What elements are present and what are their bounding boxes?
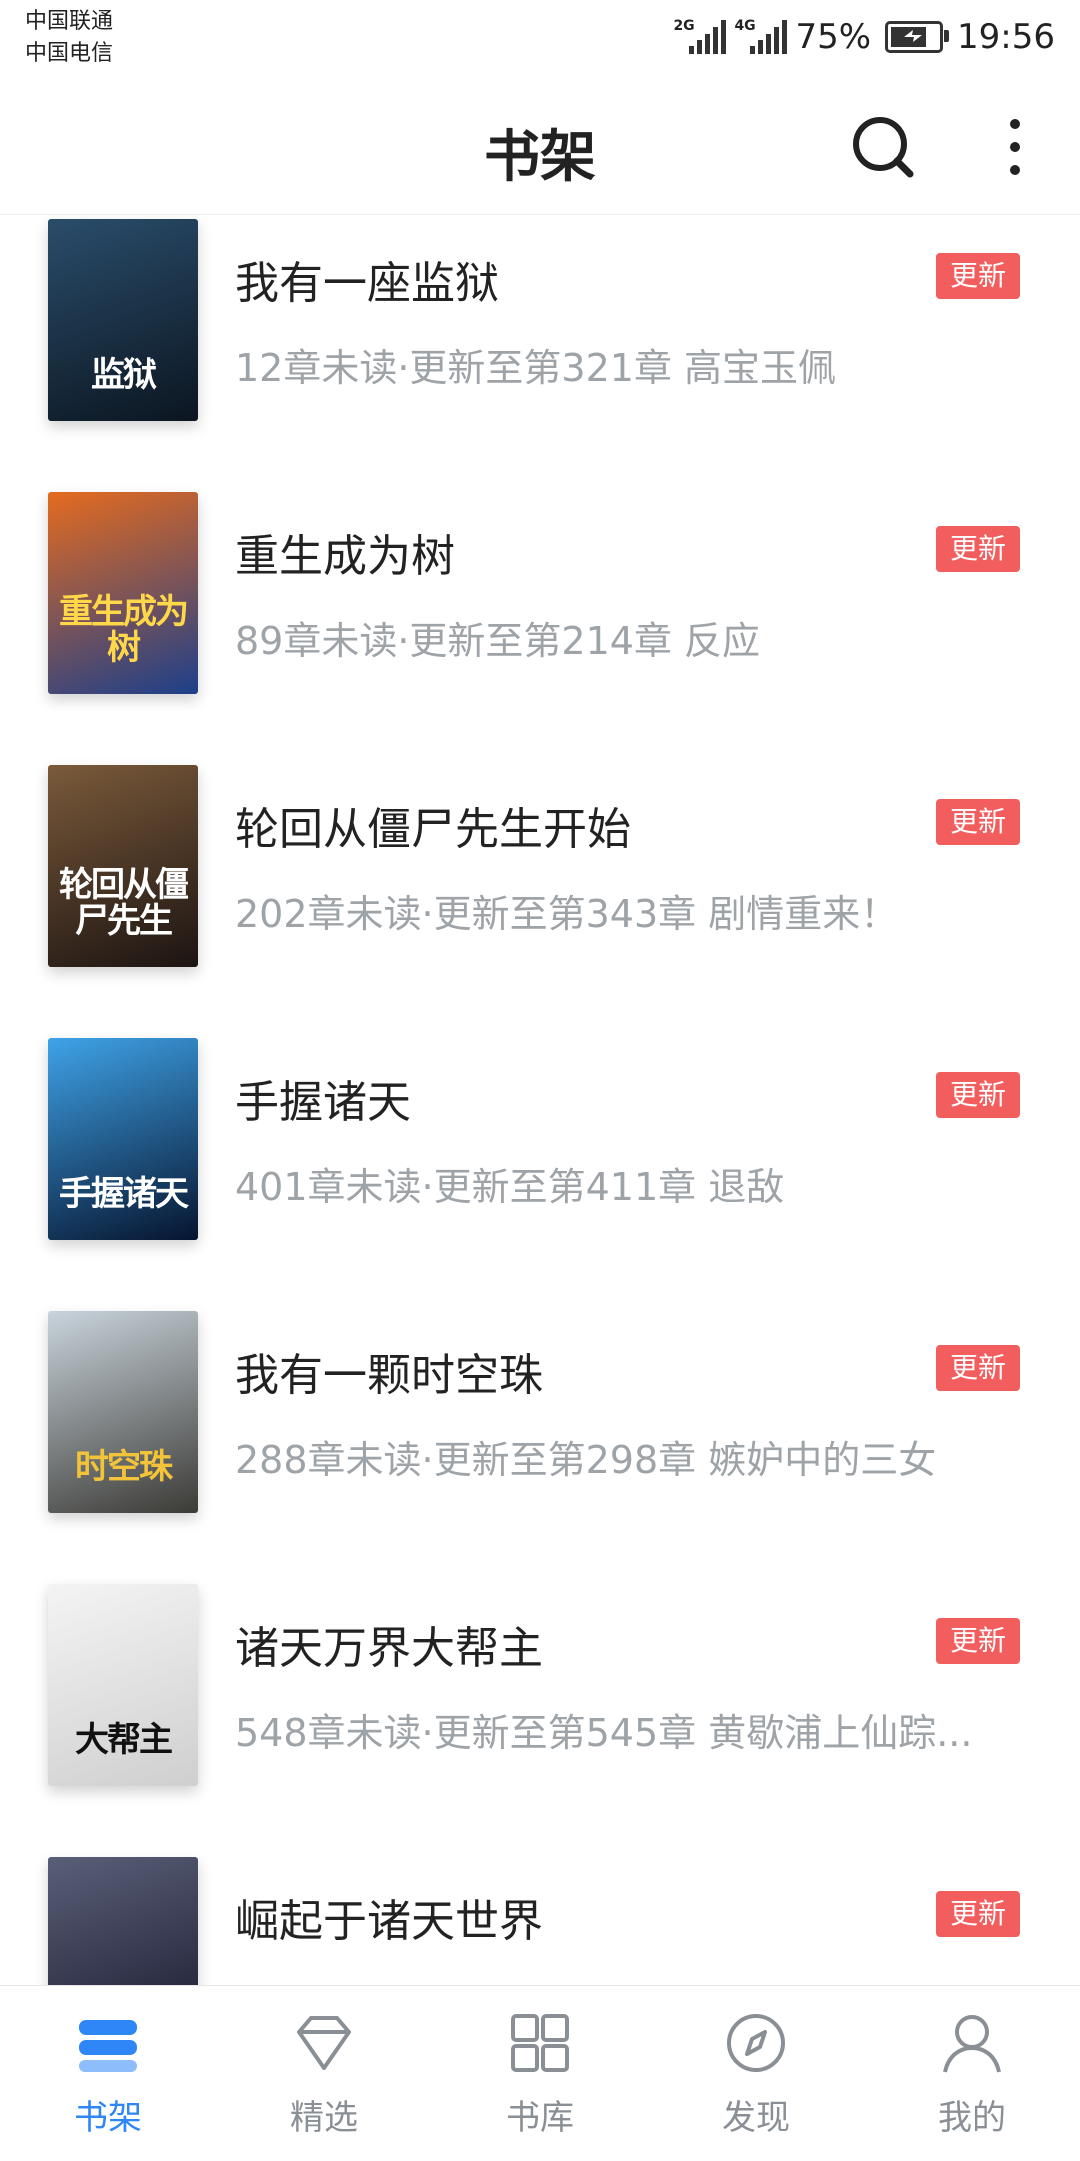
battery-percent: 75% [795,17,872,57]
update-badge: 更新 [936,1072,1020,1118]
book-title: 诸天万界大帮主 [235,1623,543,1674]
bookshelf-icon [79,2020,137,2072]
book-cover: 轮回从僵尸先生 [48,765,198,967]
cover-title: 监狱 [91,355,157,395]
cover-title: 时空珠 [75,1447,173,1487]
book-item[interactable]: 手握诸天 手握诸天 401章未读·更新至第411章 退敌 更新 [0,1034,1080,1307]
book-title: 手握诸天 [235,1077,411,1128]
bookshelf-list[interactable]: 监狱 我有一座监狱 12章未读·更新至第321章 高宝玉佩 更新 重生成为树 重… [0,215,1080,1985]
clock: 19:56 [957,17,1055,57]
cover-title: 轮回从僵尸先生 [59,865,189,941]
tab-featured[interactable]: 精选 [216,1986,432,2161]
tab-label: 发现 [722,2098,790,2138]
signal-icon-2g: 2G [673,18,727,54]
carrier-names: 中国联通 中国电信 [25,6,113,70]
book-cover: 时空珠 [48,1311,198,1513]
battery-icon [885,21,950,53]
grid-icon [511,2014,569,2072]
network-type-2: 4G [734,18,756,34]
carrier-1: 中国联通 [25,9,114,34]
book-item[interactable]: 诸天世界 崛起于诸天世界 更新 [0,1853,1080,1985]
update-badge: 更新 [936,1345,1020,1391]
update-badge: 更新 [936,526,1020,572]
tab-label: 我的 [938,2098,1006,2138]
book-item[interactable]: 时空珠 我有一颗时空珠 288章未读·更新至第298章 嫉妒中的三女 更新 [0,1307,1080,1580]
book-title: 崛起于诸天世界 [235,1896,543,1947]
more-vertical-icon [1010,119,1020,175]
book-cover: 监狱 [48,219,198,421]
cover-title: 手握诸天 [59,1174,189,1214]
cover-title: 重生成为树 [59,592,189,668]
update-badge: 更新 [936,1891,1020,1937]
book-progress: 89章未读·更新至第214章 反应 [235,619,761,663]
book-title: 轮回从僵尸先生开始 [235,804,631,855]
user-icon [943,2015,1001,2073]
book-item[interactable]: 轮回从僵尸先生 轮回从僵尸先生开始 202章未读·更新至第343章 剧情重来！ … [0,761,1080,1034]
carrier-2: 中国电信 [25,41,114,66]
cover-title: 大帮主 [75,1720,173,1760]
book-item[interactable]: 重生成为树 重生成为树 89章未读·更新至第214章 反应 更新 [0,488,1080,761]
diamond-icon [297,2016,351,2070]
status-indicators: 2G 4G 75% 19:56 [673,12,1055,62]
tab-library[interactable]: 书库 [432,1986,648,2161]
tab-label: 书架 [74,2098,142,2138]
book-item[interactable]: 大帮主 诸天万界大帮主 548章未读·更新至第545章 黄歇浦上仙踪... 更新 [0,1580,1080,1853]
page-title: 书架 [484,125,596,190]
book-progress: 202章未读·更新至第343章 剧情重来！ [235,892,899,936]
update-badge: 更新 [936,1618,1020,1664]
book-title: 重生成为树 [235,531,455,582]
signal-icon-4g: 4G [734,18,788,54]
network-type-1: 2G [673,18,695,34]
book-progress: 12章未读·更新至第321章 高宝玉佩 [235,346,837,390]
book-title: 我有一座监狱 [235,258,499,309]
update-badge: 更新 [936,253,1020,299]
tab-me[interactable]: 我的 [864,1986,1080,2161]
more-options-button[interactable] [995,112,1035,182]
tab-bookshelf[interactable]: 书架 [0,1986,216,2161]
tab-label: 书库 [506,2098,574,2138]
book-progress: 401章未读·更新至第411章 退敌 [235,1165,785,1209]
search-button[interactable] [848,112,918,182]
book-cover: 手握诸天 [48,1038,198,1240]
book-progress: 288章未读·更新至第298章 嫉妒中的三女 [235,1438,937,1482]
tab-label: 精选 [290,2098,358,2138]
book-cover: 重生成为树 [48,492,198,694]
app-header: 书架 [0,84,1080,215]
book-item[interactable]: 监狱 我有一座监狱 12章未读·更新至第321章 高宝玉佩 更新 [0,215,1080,488]
book-progress: 548章未读·更新至第545章 黄歇浦上仙踪... [235,1711,973,1755]
tab-discover[interactable]: 发现 [648,1986,864,2161]
book-title: 我有一颗时空珠 [235,1350,543,1401]
compass-icon [727,2014,785,2072]
update-badge: 更新 [936,799,1020,845]
book-cover: 大帮主 [48,1584,198,1786]
status-bar: 中国联通 中国电信 2G 4G 75% 19:56 [0,0,1080,84]
book-cover: 诸天世界 [48,1857,198,1985]
bottom-nav: 书架 精选 书库 发现 我的 [0,1985,1080,2161]
search-icon [853,117,914,178]
